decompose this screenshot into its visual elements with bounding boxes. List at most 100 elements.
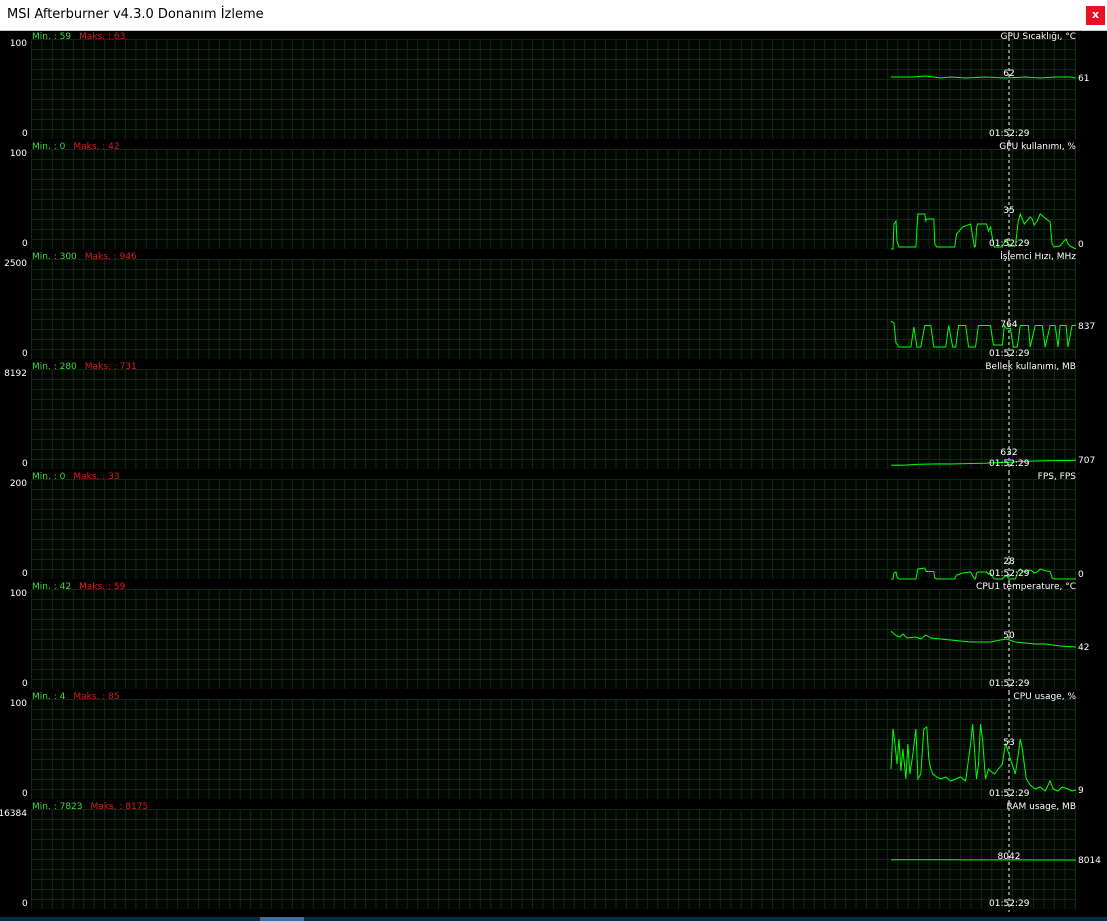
min-value: 59 [59, 32, 72, 42]
max-value: 85 [108, 692, 120, 702]
max-label: Maks. : [84, 362, 120, 372]
graph-panel: Min. : 59 Maks. : 63 GPU Sıcaklığı, °C 100 0… [0, 32, 1107, 142]
y-axis-min-label: 0 [22, 239, 28, 249]
graph-plot-area[interactable] [31, 39, 1076, 139]
min-readout: Min. : 280 [32, 362, 77, 372]
y-axis-min-label: 0 [22, 899, 28, 909]
max-label: Maks. : [73, 692, 109, 702]
min-readout: Min. : 300 [32, 252, 77, 262]
max-readout: Maks. : 63 [79, 32, 125, 42]
graph-panel: Min. : 4 Maks. : 85 CPU usage, % 100 0 53 01:5… [0, 692, 1107, 802]
max-readout: Maks. : 85 [73, 692, 119, 702]
graph-plot-area[interactable] [31, 149, 1076, 249]
cursor-value: 28 [1003, 557, 1015, 567]
max-value: 42 [108, 142, 120, 152]
y-axis-max-label: 100 [9, 589, 27, 599]
current-value: 707 [1078, 456, 1096, 467]
min-readout: Min. : 4 [32, 692, 65, 702]
min-label: Min. : [32, 582, 60, 592]
current-value: 8014 [1078, 856, 1101, 867]
max-readout: Maks. : 731 [85, 362, 137, 372]
min-value: 0 [59, 472, 66, 482]
graph-panel: Min. : 300 Maks. : 946 İşlemci Hızı, MHz 25… [0, 252, 1107, 362]
y-axis-max-label: 8192 [4, 369, 27, 379]
min-label: Min. : [32, 692, 60, 702]
series-name: GPU kullanımı, % [999, 142, 1076, 152]
y-axis-max-label: 100 [9, 699, 27, 709]
cursor-value: 53 [1003, 738, 1015, 748]
current-value: 42 [1078, 643, 1090, 653]
graph-plot-area[interactable] [31, 589, 1076, 689]
max-label: Maks. : [79, 582, 114, 592]
horizontal-scrollbar[interactable] [0, 917, 1107, 921]
min-value: 300 [59, 252, 77, 262]
cursor-value: 62 [1003, 69, 1015, 79]
min-label: Min. : [32, 32, 60, 42]
cursor-time: 01:52:29 [989, 129, 1030, 139]
cursor-value: 764 [1000, 320, 1018, 331]
cursor-time: 01:52:29 [989, 679, 1030, 689]
y-axis-max-label: 100 [9, 39, 27, 49]
y-axis-min-label: 0 [22, 789, 28, 799]
graph-plot-area[interactable] [31, 479, 1076, 579]
current-value: 837 [1078, 321, 1096, 332]
cursor-time: 01:52:29 [989, 569, 1030, 579]
graph-plot-area[interactable] [31, 809, 1076, 909]
cursor-time: 01:52:29 [989, 239, 1030, 249]
min-max-readout: Min. : 0 Maks. : 42 [32, 142, 120, 152]
cursor-value: 632 [1000, 448, 1018, 458]
y-axis-min-label: 0 [22, 349, 28, 359]
series-name: RAM usage, MB [1006, 802, 1077, 812]
cursor-value: 35 [1003, 206, 1015, 216]
max-value: 731 [119, 362, 137, 372]
cursor-value: 8042 [997, 851, 1021, 862]
max-value: 8175 [125, 802, 149, 812]
min-readout: Min. : 7823 [32, 802, 83, 812]
series-name: CPU1 temperature, °C [976, 582, 1076, 592]
min-max-readout: Min. : 7823 Maks. : 8175 [32, 802, 148, 812]
current-value: 61 [1078, 74, 1090, 84]
min-value: 4 [59, 692, 66, 702]
min-label: Min. : [32, 142, 60, 152]
graph-panel: Min. : 7823 Maks. : 8175 RAM usage, MB 1638… [0, 802, 1107, 912]
y-axis-min-label: 0 [22, 679, 28, 689]
current-value: 0 [1078, 570, 1084, 580]
min-max-readout: Min. : 0 Maks. : 33 [32, 472, 120, 482]
graph-plot-area[interactable] [31, 699, 1076, 799]
min-readout: Min. : 0 [32, 472, 65, 482]
min-label: Min. : [32, 802, 60, 812]
min-value: 0 [59, 142, 66, 152]
y-axis-min-label: 0 [22, 129, 28, 139]
graph-plot-area[interactable] [31, 259, 1076, 359]
max-value: 33 [108, 472, 120, 482]
max-value: 946 [119, 252, 137, 262]
series-name: İşlemci Hızı, MHz [1000, 252, 1076, 262]
close-button[interactable]: x [1086, 6, 1105, 25]
max-label: Maks. : [73, 472, 109, 482]
min-readout: Min. : 59 [32, 32, 71, 42]
cursor-time: 01:52:29 [989, 789, 1030, 799]
max-readout: Maks. : 946 [85, 252, 137, 262]
y-axis-min-label: 0 [22, 569, 28, 579]
window-title: MSI Afterburner v4.3.0 Donanım İzleme [7, 7, 264, 22]
min-readout: Min. : 0 [32, 142, 65, 152]
series-name: GPU Sıcaklığı, °C [1000, 32, 1076, 42]
min-label: Min. : [32, 362, 60, 372]
max-label: Maks. : [79, 32, 114, 42]
max-label: Maks. : [73, 142, 109, 152]
min-readout: Min. : 42 [32, 582, 71, 592]
min-max-readout: Min. : 42 Maks. : 59 [32, 582, 125, 592]
cursor-time: 01:52:29 [989, 899, 1030, 909]
current-value: 9 [1078, 786, 1084, 796]
series-name: FPS, FPS [1037, 472, 1076, 482]
y-axis-max-label: 16384 [0, 809, 27, 819]
max-readout: Maks. : 33 [73, 472, 119, 482]
graph-plot-area[interactable] [31, 369, 1076, 469]
monitoring-graphs: Min. : 59 Maks. : 63 GPU Sıcaklığı, °C 100 0… [0, 32, 1107, 917]
min-value: 42 [59, 582, 72, 592]
y-axis-max-label: 2500 [4, 259, 27, 269]
series-name: Bellek kullanımı, MB [985, 362, 1076, 372]
min-label: Min. : [32, 252, 60, 262]
graph-panel: Min. : 280 Maks. : 731 Bellek kullanımı, M… [0, 362, 1107, 472]
scrollbar-thumb[interactable] [260, 917, 304, 921]
